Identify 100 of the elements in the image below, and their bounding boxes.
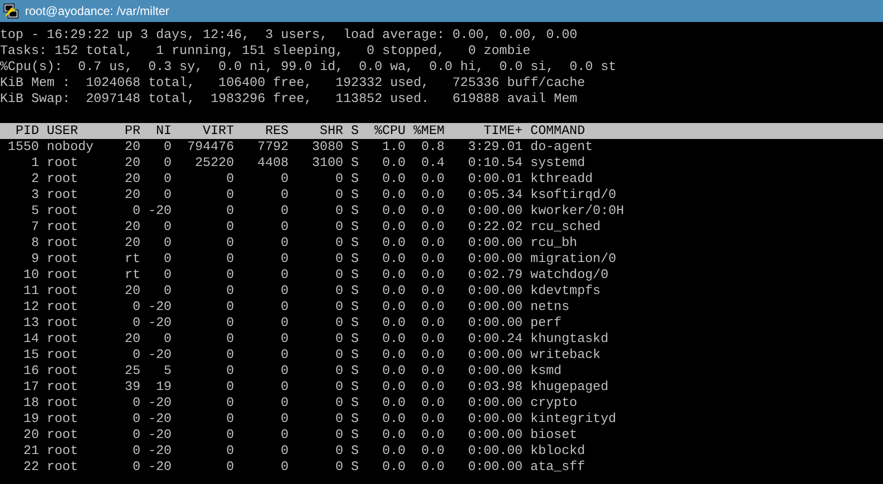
table-cell: 0	[226, 363, 234, 378]
table-cell: -20	[148, 427, 172, 442]
table-cell: kworker/0:0H	[530, 203, 624, 218]
table-cell: 0	[280, 379, 289, 394]
table-cell: S	[350, 155, 359, 170]
table-cell: rcu_sched	[530, 219, 601, 234]
table-cell: S	[350, 299, 359, 314]
table-cell: ata_sff	[530, 459, 585, 474]
table-cell: 25	[124, 363, 140, 378]
table-cell: 0.0	[421, 411, 445, 426]
table-cell: 0:02.79	[468, 267, 523, 282]
table-cell: 0	[335, 459, 344, 474]
table-cell: rt	[124, 251, 140, 266]
table-cell: 0.0	[421, 251, 445, 266]
table-cell: S	[350, 459, 359, 474]
table-cell: 0:00.00	[468, 299, 523, 314]
column-header: PID	[16, 123, 39, 138]
table-cell: 0	[132, 411, 140, 426]
table-cell: 0:00.00	[468, 459, 523, 474]
table-cell: 0	[226, 219, 234, 234]
table-cell: 20	[23, 427, 39, 442]
table-cell: 0.0	[421, 347, 445, 362]
table-cell: 0:00.00	[468, 363, 523, 378]
table-cell: 0	[226, 443, 234, 458]
table-cell: 0	[335, 315, 344, 330]
summary-line: %Cpu(s): 0.7 us, 0.3 sy, 0.0 ni, 99.0 id, 0.0 wa, 0.0 hi, 0.0 si, 0.0 st	[0, 59, 616, 74]
table-cell: 0.0	[421, 379, 445, 394]
table-cell: nobody	[46, 139, 94, 154]
summary-line: Tasks: 152 total, 1 running, 151 sleeping, 0 stopped, 0 zombie	[0, 43, 530, 58]
table-cell: 17	[23, 379, 39, 394]
table-cell: 4408	[257, 155, 289, 170]
table-cell: 9	[31, 251, 39, 266]
table-cell: 794476	[187, 139, 234, 154]
table-cell: S	[350, 331, 359, 346]
table-cell: root	[46, 395, 78, 410]
table-cell: 1550	[8, 139, 39, 154]
table-cell: 0	[280, 331, 289, 346]
table-cell: -20	[148, 459, 172, 474]
table-cell: root	[46, 459, 78, 474]
table-cell: 12	[23, 299, 39, 314]
table-cell: 7	[31, 219, 39, 234]
table-cell: root	[46, 203, 78, 218]
table-cell: 0	[226, 251, 234, 266]
table-cell: S	[350, 395, 359, 410]
table-cell: 0.0	[382, 315, 406, 330]
table-cell: 0:00.00	[468, 315, 523, 330]
table-cell: 0:03.98	[468, 379, 523, 394]
table-cell: 0.8	[421, 139, 445, 154]
table-cell: 0	[335, 267, 344, 282]
table-cell: S	[350, 267, 359, 282]
table-cell: root	[46, 331, 78, 346]
table-cell: 0	[132, 427, 140, 442]
table-cell: -20	[148, 395, 172, 410]
table-cell: 0	[164, 171, 172, 186]
table-cell: 20	[124, 171, 140, 186]
table-cell: 0:05.34	[468, 187, 523, 202]
table-cell: 3100	[312, 155, 344, 170]
window-title: root@ayodance: /var/milter	[25, 4, 170, 18]
table-cell: rt	[124, 267, 140, 282]
table-cell: 0.0	[382, 203, 406, 218]
table-cell: S	[350, 187, 359, 202]
table-cell: S	[350, 171, 359, 186]
column-header: RES	[265, 123, 289, 138]
table-cell: kblockd	[530, 443, 585, 458]
table-cell: 0.0	[421, 443, 445, 458]
table-cell: 0	[164, 283, 172, 298]
table-cell: 0.0	[382, 267, 406, 282]
table-cell: 0	[226, 283, 234, 298]
table-cell: 0	[335, 395, 344, 410]
table-cell: 0.4	[421, 155, 445, 170]
table-cell: 1	[31, 155, 39, 170]
table-cell: ksoftirqd/0	[530, 187, 616, 202]
table-cell: 20	[124, 283, 140, 298]
table-cell: 0.0	[382, 411, 406, 426]
summary-line: top - 16:29:22 up 3 days, 12:46, 3 users, load average: 0.00, 0.00, 0.00	[0, 27, 578, 42]
table-cell: 0:00.00	[468, 411, 523, 426]
table-cell: 0.0	[382, 219, 406, 234]
table-cell: 0	[280, 427, 289, 442]
table-cell: 0:10.54	[468, 155, 523, 170]
table-cell: S	[350, 139, 359, 154]
table-cell: 0.0	[421, 315, 445, 330]
table-cell: crypto	[530, 395, 578, 410]
table-cell: 0	[335, 219, 344, 234]
table-cell: 0.0	[421, 267, 445, 282]
table-cell: kintegrityd	[530, 411, 616, 426]
table-cell: root	[46, 283, 78, 298]
table-cell: -20	[148, 203, 172, 218]
table-cell: 0	[280, 171, 289, 186]
table-cell: 0	[132, 459, 140, 474]
table-cell: 0	[226, 235, 234, 250]
table-cell: 0.0	[421, 203, 445, 218]
table-cell: 0	[164, 235, 172, 250]
table-cell: 0	[132, 299, 140, 314]
table-cell: 3:29.01	[468, 139, 523, 154]
table-cell: 0	[280, 411, 289, 426]
table-cell: 0	[132, 203, 140, 218]
table-cell: 0.0	[421, 219, 445, 234]
table-cell: 0.0	[382, 235, 406, 250]
table-cell: 2	[31, 171, 39, 186]
table-cell: 0.0	[382, 155, 406, 170]
